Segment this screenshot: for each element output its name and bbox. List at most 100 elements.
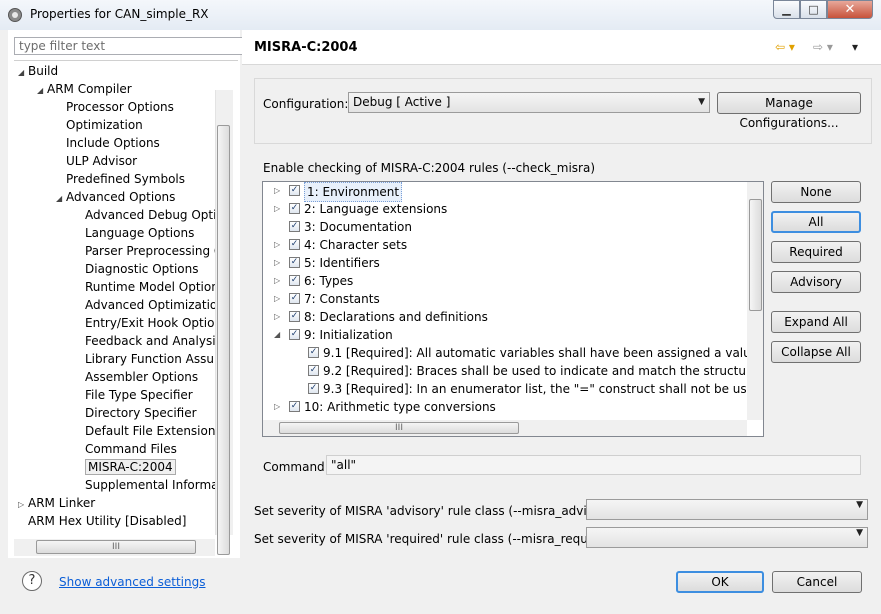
collapse-arrow-icon[interactable]: ◢ [56, 190, 66, 208]
window-title: Properties for CAN_simple_RX [30, 7, 209, 21]
minimize-button[interactable]: ▁ [773, 0, 800, 19]
rule-checkbox[interactable]: ✓ [308, 383, 319, 394]
forward-arrow-icon[interactable]: ⇨ ▾ [813, 40, 833, 54]
rule-row[interactable]: ▷ ✓ 10: Arithmetic type conversions [263, 398, 747, 416]
rule-checkbox[interactable]: ✓ [289, 203, 300, 214]
cancel-button[interactable]: Cancel [772, 571, 862, 593]
expand-arrow-icon[interactable]: ▷ [274, 398, 284, 416]
tree-item-label: ULP Advisor [66, 154, 138, 168]
misra-rules-tree: ▷ ✓ 10: Arithmetic type conversions ✓ 9.3 [R… [262, 181, 764, 437]
rule-row[interactable]: ▷ ✓ 1: Environment [263, 182, 747, 202]
back-arrow-icon[interactable]: ⇦ ▾ [775, 40, 795, 54]
tree-item[interactable]: Assembler Options [75, 368, 198, 386]
rule-checkbox[interactable]: ✓ [289, 293, 300, 304]
rule-row[interactable]: ▷ ✓ 2: Language extensions [263, 200, 747, 218]
tree-item[interactable]: Diagnostic Options [75, 260, 199, 278]
collapse-arrow-icon[interactable]: ◢ [18, 64, 28, 82]
tree-item[interactable]: Supplemental Informa [75, 476, 219, 494]
tree-vertical-scroll-thumb[interactable] [217, 125, 230, 555]
maximize-button[interactable]: □ [800, 0, 827, 19]
expand-arrow-icon[interactable]: ▷ [274, 254, 284, 272]
view-menu-icon[interactable]: ▾ [852, 40, 858, 54]
rule-row[interactable]: ▷ ✓ 4: Character sets [263, 236, 747, 254]
rules-group-label: Enable checking of MISRA-C:2004 rules (-… [263, 161, 596, 175]
tree-item-label: Advanced Debug Opti [85, 208, 217, 222]
expand-arrow-icon[interactable]: ▷ [274, 308, 284, 326]
page-title: MISRA-C:2004 [254, 40, 358, 55]
tree-item[interactable]: Advanced Optimizatio [75, 296, 217, 314]
tree-item[interactable]: ◢ Advanced Options [56, 188, 175, 206]
rule-row[interactable]: ✓ 9.3 [Required]: In an enumerator list, … [263, 380, 763, 398]
tree-item[interactable]: Parser Preprocessing C [75, 242, 222, 260]
rule-label: 1: Environment [304, 182, 403, 202]
rule-checkbox[interactable]: ✓ [289, 311, 300, 322]
rule-checkbox[interactable]: ✓ [289, 185, 300, 196]
tree-item[interactable]: Entry/Exit Hook Optior [75, 314, 219, 332]
ok-button[interactable]: OK [676, 571, 764, 593]
tree-item[interactable]: Advanced Debug Opti [75, 206, 216, 224]
expand-arrow-icon[interactable]: ▷ [274, 290, 284, 308]
help-icon[interactable]: ? [22, 571, 42, 591]
rule-checkbox[interactable]: ✓ [289, 257, 300, 268]
collapse-all-button[interactable]: Collapse All [771, 341, 861, 363]
advisory-severity-select[interactable]: ▼ [586, 499, 868, 520]
rule-checkbox[interactable]: ✓ [289, 239, 300, 250]
rule-checkbox[interactable]: ✓ [289, 329, 300, 340]
rule-row[interactable]: ✓ 9.2 [Required]: Braces shall be used to… [263, 362, 763, 380]
tree-item[interactable]: MISRA-C:2004 [75, 458, 176, 476]
tree-item[interactable]: Feedback and Analysis [75, 332, 222, 350]
tree-item[interactable]: Default File Extensions [75, 422, 222, 440]
tree-item[interactable]: Runtime Model Option [75, 278, 219, 296]
rule-row[interactable]: ✓ 9.1 [Required]: All automatic variables… [263, 344, 763, 362]
rules-horizontal-scroll-thumb[interactable]: III [279, 422, 519, 434]
collapse-arrow-icon[interactable]: ◢ [274, 326, 284, 344]
close-button[interactable]: ✕ [827, 0, 873, 19]
tree-item[interactable]: Predefined Symbols [56, 170, 185, 188]
show-advanced-settings-link[interactable]: Show advanced settings [59, 575, 206, 589]
rule-row[interactable]: ▷ ✓ 6: Types [263, 272, 747, 290]
collapse-arrow-icon[interactable]: ◢ [37, 82, 47, 100]
rule-checkbox[interactable]: ✓ [289, 401, 300, 412]
tree-item[interactable]: ◢ Build [18, 62, 58, 80]
manage-configurations-button[interactable]: Manage Configurations... [717, 92, 861, 130]
tree-item-label: MISRA-C:2004 [85, 459, 176, 475]
tree-item[interactable]: Include Options [56, 134, 160, 152]
tree-item[interactable]: Command Files [75, 440, 177, 458]
required-severity-select[interactable]: ▼ [586, 527, 868, 548]
none-button[interactable]: None [771, 181, 861, 203]
rule-row[interactable]: ▷ ✓ 8: Declarations and definitions [263, 308, 747, 326]
advisory-button[interactable]: Advisory [771, 271, 861, 293]
tree-item[interactable]: ULP Advisor [56, 152, 137, 170]
required-button[interactable]: Required [771, 241, 861, 263]
tree-item[interactable]: ARM Hex Utility [Disabled] [18, 512, 186, 530]
rule-row[interactable]: ▷ ✓ 7: Constants [263, 290, 747, 308]
tree-item-label: ARM Compiler [47, 82, 132, 96]
tree-item[interactable]: ◢ ARM Compiler [37, 80, 132, 98]
rules-vertical-scroll-thumb[interactable] [749, 199, 762, 311]
expand-arrow-icon[interactable]: ▷ [274, 272, 284, 290]
tree-item[interactable]: Optimization [56, 116, 143, 134]
tree-item[interactable]: Language Options [75, 224, 194, 242]
rule-checkbox[interactable]: ✓ [308, 347, 319, 358]
configuration-group: Configuration: Debug [ Active ] ▼ Manage… [254, 78, 872, 144]
tree-item[interactable]: Library Function Assur [75, 350, 219, 368]
rule-label: 2: Language extensions [304, 202, 448, 216]
expand-arrow-icon[interactable]: ▷ [274, 182, 284, 200]
rule-row[interactable]: ✓ 3: Documentation [263, 218, 747, 236]
rule-checkbox[interactable]: ✓ [289, 221, 300, 232]
rule-checkbox[interactable]: ✓ [308, 365, 319, 376]
tree-item[interactable]: File Type Specifier [75, 386, 193, 404]
configuration-select[interactable]: Debug [ Active ] ▼ [348, 92, 710, 113]
rule-checkbox[interactable]: ✓ [289, 275, 300, 286]
filter-input[interactable]: type filter text [14, 37, 258, 55]
rule-row[interactable]: ◢ ✓ 9: Initialization [263, 326, 747, 344]
rule-row[interactable]: ▷ ✓ 5: Identifiers [263, 254, 747, 272]
tree-horizontal-scroll-thumb[interactable]: III [36, 540, 196, 554]
all-button[interactable]: All [771, 211, 861, 233]
expand-all-button[interactable]: Expand All [771, 311, 861, 333]
tree-item[interactable]: Processor Options [56, 98, 174, 116]
expand-arrow-icon[interactable]: ▷ [274, 236, 284, 254]
expand-arrow-icon[interactable]: ▷ [274, 200, 284, 218]
tree-item[interactable]: Directory Specifier [75, 404, 197, 422]
tree-item[interactable]: ▷ ARM Linker [18, 494, 95, 512]
